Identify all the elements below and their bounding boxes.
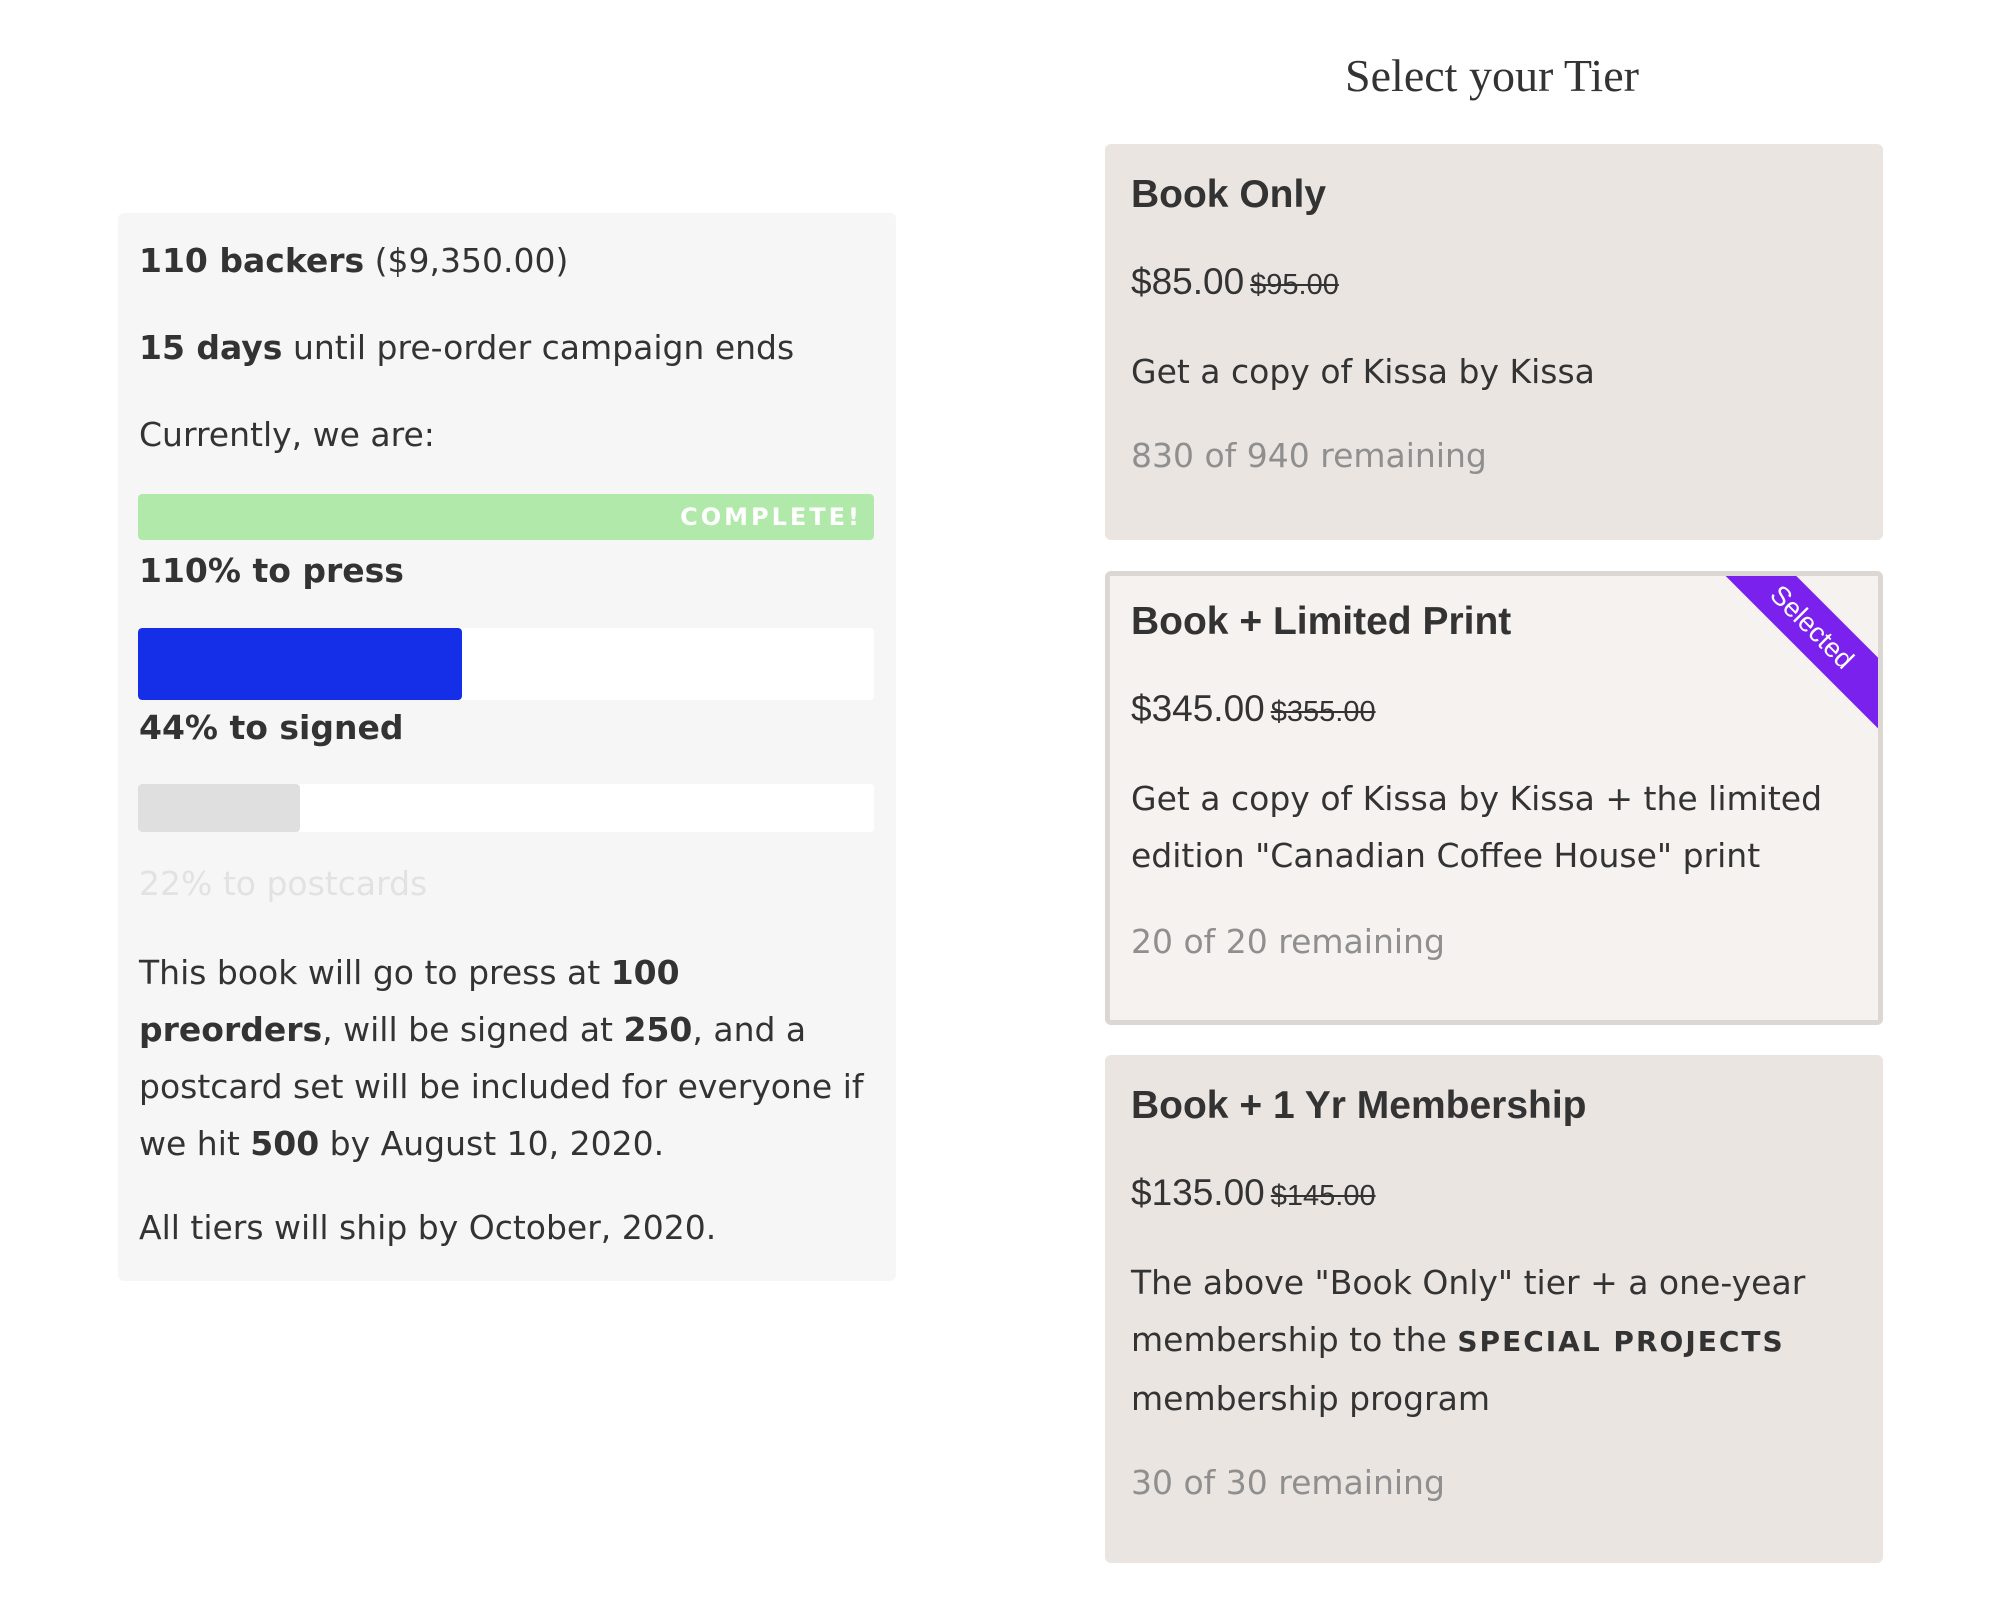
tier-card-book-membership[interactable]: Book + 1 Yr Membership $135.00 $145.00 Th… bbox=[1105, 1055, 1883, 1563]
days-count: 15 days bbox=[139, 328, 283, 367]
signed-progress-bar bbox=[138, 628, 874, 700]
tier-card-book-only[interactable]: Book Only $85.00 $95.00 Get a copy of Kis… bbox=[1105, 144, 1883, 540]
tier-description-text: membership program bbox=[1131, 1379, 1490, 1418]
postcards-progress-bar bbox=[138, 784, 874, 832]
explain-text: by August 10, 2020. bbox=[319, 1124, 665, 1163]
press-progress-bar: COMPLETE! bbox=[138, 494, 874, 540]
postcards-progress-caption: 22% to postcards bbox=[139, 864, 428, 903]
shipping-note: All tiers will ship by October, 2020. bbox=[139, 1208, 717, 1247]
milestones-explanation: This book will go to press at 100 preord… bbox=[139, 944, 884, 1172]
tier-current-price: $345.00 bbox=[1131, 688, 1265, 729]
signed-threshold: 250 bbox=[623, 1010, 693, 1049]
press-progress-caption: 110% to press bbox=[139, 551, 404, 590]
days-text: until pre-order campaign ends bbox=[282, 328, 795, 367]
tier-description: The above "Book Only" tier + a one-year … bbox=[1131, 1254, 1851, 1427]
tier-description: Get a copy of Kissa by Kissa bbox=[1131, 352, 1595, 391]
tier-current-price: $135.00 bbox=[1131, 1172, 1265, 1213]
tier-price: $345.00 $355.00 bbox=[1131, 685, 1376, 736]
tier-original-price: $145.00 bbox=[1270, 1180, 1376, 1212]
special-projects-label: SPECIAL PROJECTS bbox=[1457, 1325, 1785, 1358]
currently-label: Currently, we are: bbox=[139, 415, 435, 454]
tier-card-book-limited-print[interactable]: Book + Limited Print $345.00 $355.00 Get … bbox=[1105, 571, 1883, 1025]
tier-price: $135.00 $145.00 bbox=[1131, 1169, 1376, 1220]
tier-price: $85.00 $95.00 bbox=[1131, 258, 1339, 309]
signed-progress-caption: 44% to signed bbox=[139, 708, 404, 747]
tier-remaining: 830 of 940 remaining bbox=[1131, 436, 1487, 475]
days-remaining-line: 15 days until pre-order campaign ends bbox=[139, 326, 794, 370]
tier-title: Book Only bbox=[1131, 173, 1327, 216]
tier-remaining: 20 of 20 remaining bbox=[1131, 922, 1445, 961]
tier-original-price: $355.00 bbox=[1270, 696, 1376, 728]
signed-progress-fill bbox=[138, 628, 462, 700]
tier-current-price: $85.00 bbox=[1131, 261, 1245, 302]
tier-description: Get a copy of Kissa by Kissa + the limit… bbox=[1131, 779, 1823, 875]
selected-ribbon: Selected bbox=[1702, 576, 1878, 737]
campaign-status-panel: 110 backers ($9,350.00) 15 days until pr… bbox=[118, 213, 896, 1281]
tier-title: Book + 1 Yr Membership bbox=[1131, 1084, 1587, 1127]
postcards-threshold: 500 bbox=[250, 1124, 320, 1163]
tier-title: Book + Limited Print bbox=[1131, 600, 1512, 643]
complete-tag: COMPLETE! bbox=[680, 503, 862, 531]
explain-text: This book will go to press at bbox=[139, 953, 611, 992]
tier-remaining: 30 of 30 remaining bbox=[1131, 1463, 1445, 1502]
backers-amount: ($9,350.00) bbox=[364, 241, 569, 280]
explain-text: , will be signed at bbox=[322, 1010, 624, 1049]
backers-count: 110 backers bbox=[139, 241, 365, 280]
postcards-progress-fill bbox=[138, 784, 300, 832]
tier-heading: Select your Tier bbox=[1345, 50, 1639, 101]
backers-line: 110 backers ($9,350.00) bbox=[139, 239, 568, 283]
tier-original-price: $95.00 bbox=[1250, 269, 1339, 301]
